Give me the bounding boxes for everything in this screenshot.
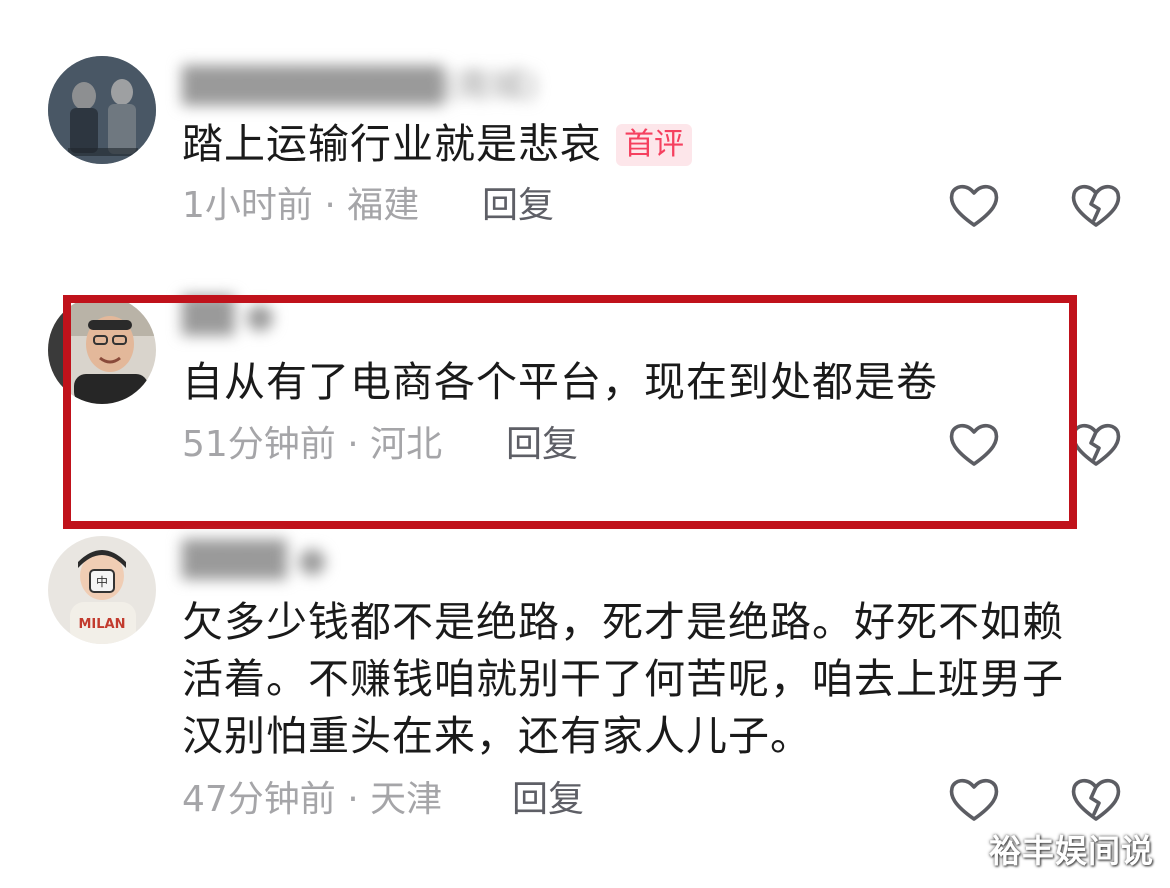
reply-button[interactable]: 回复 — [482, 182, 554, 230]
dislike-button[interactable] — [1068, 178, 1124, 234]
comment-text-content: 踏上运输行业就是悲哀 — [182, 120, 602, 168]
broken-heart-icon — [1071, 423, 1121, 466]
reply-button[interactable]: 回复 — [512, 776, 584, 824]
dislike-button[interactable] — [1068, 417, 1124, 473]
broken-heart-icon — [1071, 778, 1121, 821]
dislike-button[interactable] — [1068, 772, 1124, 828]
comment-meta: 47分钟前 · 天津 — [182, 779, 443, 820]
comment-text: 欠多少钱都不是绝路，死才是绝路。好死不如赖活着。不赚钱咱就别干了何苦呢，咱去上班… — [182, 598, 1064, 760]
comment-meta: 51分钟前 · 河北 — [182, 424, 443, 465]
username[interactable]: ██████████(南城) — [182, 58, 538, 106]
watermark: 裕丰娱间说 — [988, 832, 1154, 870]
comment-text: 踏上运输行业就是悲哀 首评 — [182, 116, 1122, 173]
svg-text:中: 中 — [96, 574, 108, 589]
avatar[interactable] — [48, 56, 156, 164]
username[interactable]: ██ ● — [182, 296, 275, 336]
like-button[interactable] — [946, 178, 1002, 234]
svg-text:MILAN: MILAN — [79, 617, 126, 632]
heart-outline-icon — [949, 423, 999, 466]
like-button[interactable] — [946, 417, 1002, 473]
reply-button[interactable]: 回复 — [506, 421, 578, 469]
comment-text: 自从有了电商各个平台，现在到处都是卷 — [182, 358, 938, 406]
username[interactable]: ████ ● — [182, 540, 327, 580]
first-comment-badge: 首评 — [616, 124, 692, 166]
broken-heart-icon — [1071, 184, 1121, 227]
heart-outline-icon — [949, 778, 999, 821]
comment-meta: 1小时前 · 福建 — [182, 185, 420, 226]
avatar[interactable]: 中 MILAN — [48, 536, 156, 644]
heart-outline-icon — [949, 184, 999, 227]
avatar[interactable] — [48, 296, 156, 404]
like-button[interactable] — [946, 772, 1002, 828]
